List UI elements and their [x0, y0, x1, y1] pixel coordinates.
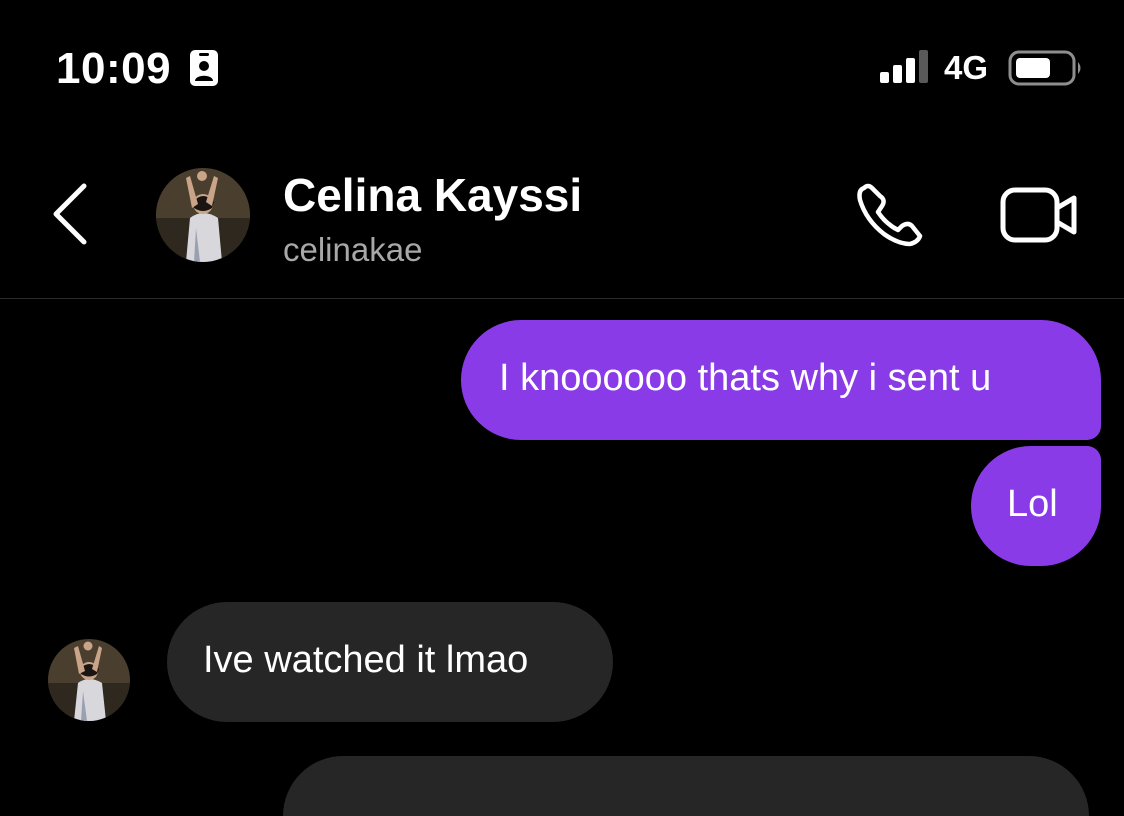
back-chevron-icon[interactable]	[44, 178, 96, 250]
status-bar: 10:09 4G	[0, 0, 1124, 130]
message-bubble-incoming[interactable]	[283, 756, 1089, 816]
network-label: 4G	[944, 49, 989, 86]
message-bubble-outgoing[interactable]: Lol	[971, 446, 1101, 566]
status-time: 10:09	[56, 44, 172, 93]
contact-username: celinakae	[283, 231, 423, 268]
message-bubble-incoming[interactable]: Ive watched it lmao	[167, 602, 613, 722]
contact-card-icon	[190, 50, 218, 86]
sender-avatar[interactable]	[48, 639, 130, 721]
phone-icon[interactable]	[854, 180, 928, 250]
contact-name[interactable]: Celina Kayssi	[283, 168, 582, 222]
chat-header: Celina Kayssi celinakae	[0, 130, 1124, 299]
battery-icon	[1008, 50, 1081, 86]
message-bubble-outgoing[interactable]: I knoooooo thats why i sent u	[461, 320, 1101, 440]
signal-icon	[880, 50, 928, 83]
video-camera-icon[interactable]	[1000, 184, 1078, 246]
avatar[interactable]	[156, 168, 250, 262]
